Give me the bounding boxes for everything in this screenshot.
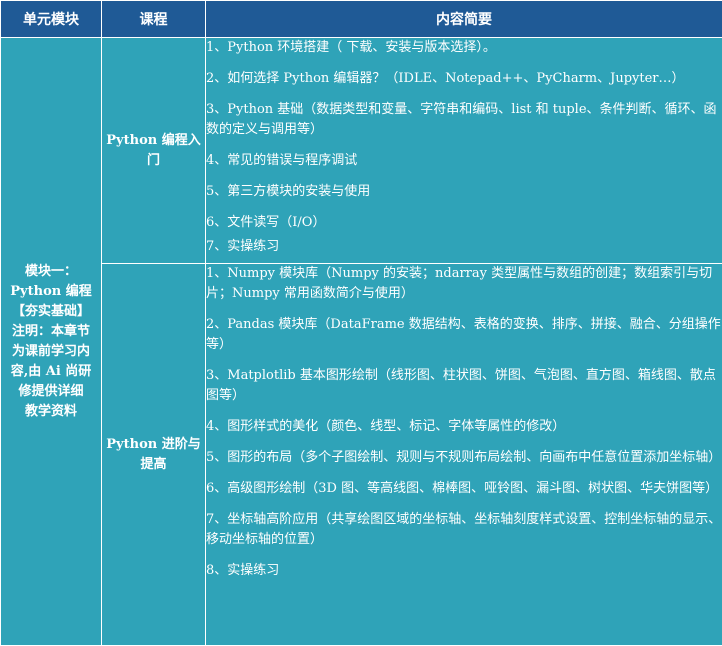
header-content: 内容简要 — [205, 0, 722, 38]
list-item: 5、第三方模块的安装与使用 — [206, 184, 371, 199]
table-row: Python 进阶与提高 1、Numpy 模块库（Numpy 的安装；ndarr… — [1, 263, 722, 646]
course-name-advanced: Python 进阶与提高 — [101, 263, 206, 646]
course-content-advanced: 1、Numpy 模块库（Numpy 的安装；ndarray 类型属性与数组的创建… — [205, 263, 722, 646]
list-item: 7、坐标轴高阶应用（共享绘图区域的坐标轴、坐标轴刻度样式设置、控制坐标轴的显示、… — [206, 512, 722, 547]
list-item: 2、如何选择 Python 编辑器？（IDLE、Notepad++、PyChar… — [206, 71, 685, 86]
module-line: 为课前学习内 — [11, 343, 90, 359]
module-line: 注明：本章节 — [11, 323, 90, 339]
course-name-intro: Python 编程入门 — [101, 37, 206, 264]
list-item: 7、实操练习 — [206, 239, 280, 254]
list-item: 3、Matplotlib 基本图形绘制（线形图、柱状图、饼图、气泡图、直方图、箱… — [206, 368, 716, 403]
list-item: 2、Pandas 模块库（DataFrame 数据结构、表格的变换、排序、拼接、… — [206, 317, 721, 352]
course-syllabus-table: 单元模块 课程 内容简要 模块一： Python 编程 【夯实基础】 注明：本章… — [0, 0, 722, 646]
list-item: 4、常见的错误与程序调试 — [206, 153, 358, 168]
module-line: 容,由 Ai 尚研 — [10, 363, 92, 379]
module-line: Python 编程 — [10, 283, 92, 299]
module-line: 修提供详细 — [18, 383, 84, 399]
list-item: 1、Python 环境搭建（ 下载、安装与版本选择）。 — [206, 40, 496, 55]
header-row: 单元模块 课程 内容简要 — [0, 0, 722, 38]
list-item: 4、图形样式的美化（颜色、线型、标记、字体等属性的修改） — [206, 419, 566, 434]
list-item: 5、图形的布局（多个子图绘制、规则与不规则布局绘制、向画布中任意位置添加坐标轴） — [206, 450, 722, 465]
list-item: 1、Numpy 模块库（Numpy 的安装；ndarray 类型属性与数组的创建… — [206, 266, 713, 301]
module-line: 教学资料 — [24, 403, 77, 419]
module-line: 【夯实基础】 — [11, 303, 90, 319]
list-item: 6、高级图形绘制（3D 图、等高线图、棉棒图、哑铃图、漏斗图、树状图、华夫饼图等… — [206, 481, 719, 496]
list-item: 8、实操练习 — [206, 563, 280, 578]
table-row: 模块一： Python 编程 【夯实基础】 注明：本章节 为课前学习内 容,由 … — [0, 37, 722, 646]
list-item: 6、文件读写（I/O） — [206, 215, 326, 230]
header-course: 课程 — [101, 0, 206, 38]
header-module: 单元模块 — [0, 0, 102, 38]
course-content-intro: 1、Python 环境搭建（ 下载、安装与版本选择）。 2、如何选择 Pytho… — [205, 37, 722, 264]
module-cell: 模块一： Python 编程 【夯实基础】 注明：本章节 为课前学习内 容,由 … — [0, 37, 102, 646]
list-item: 3、Python 基础（数据类型和变量、字符串和编码、list 和 tuple、… — [206, 102, 717, 137]
module-line: 模块一： — [24, 263, 77, 279]
